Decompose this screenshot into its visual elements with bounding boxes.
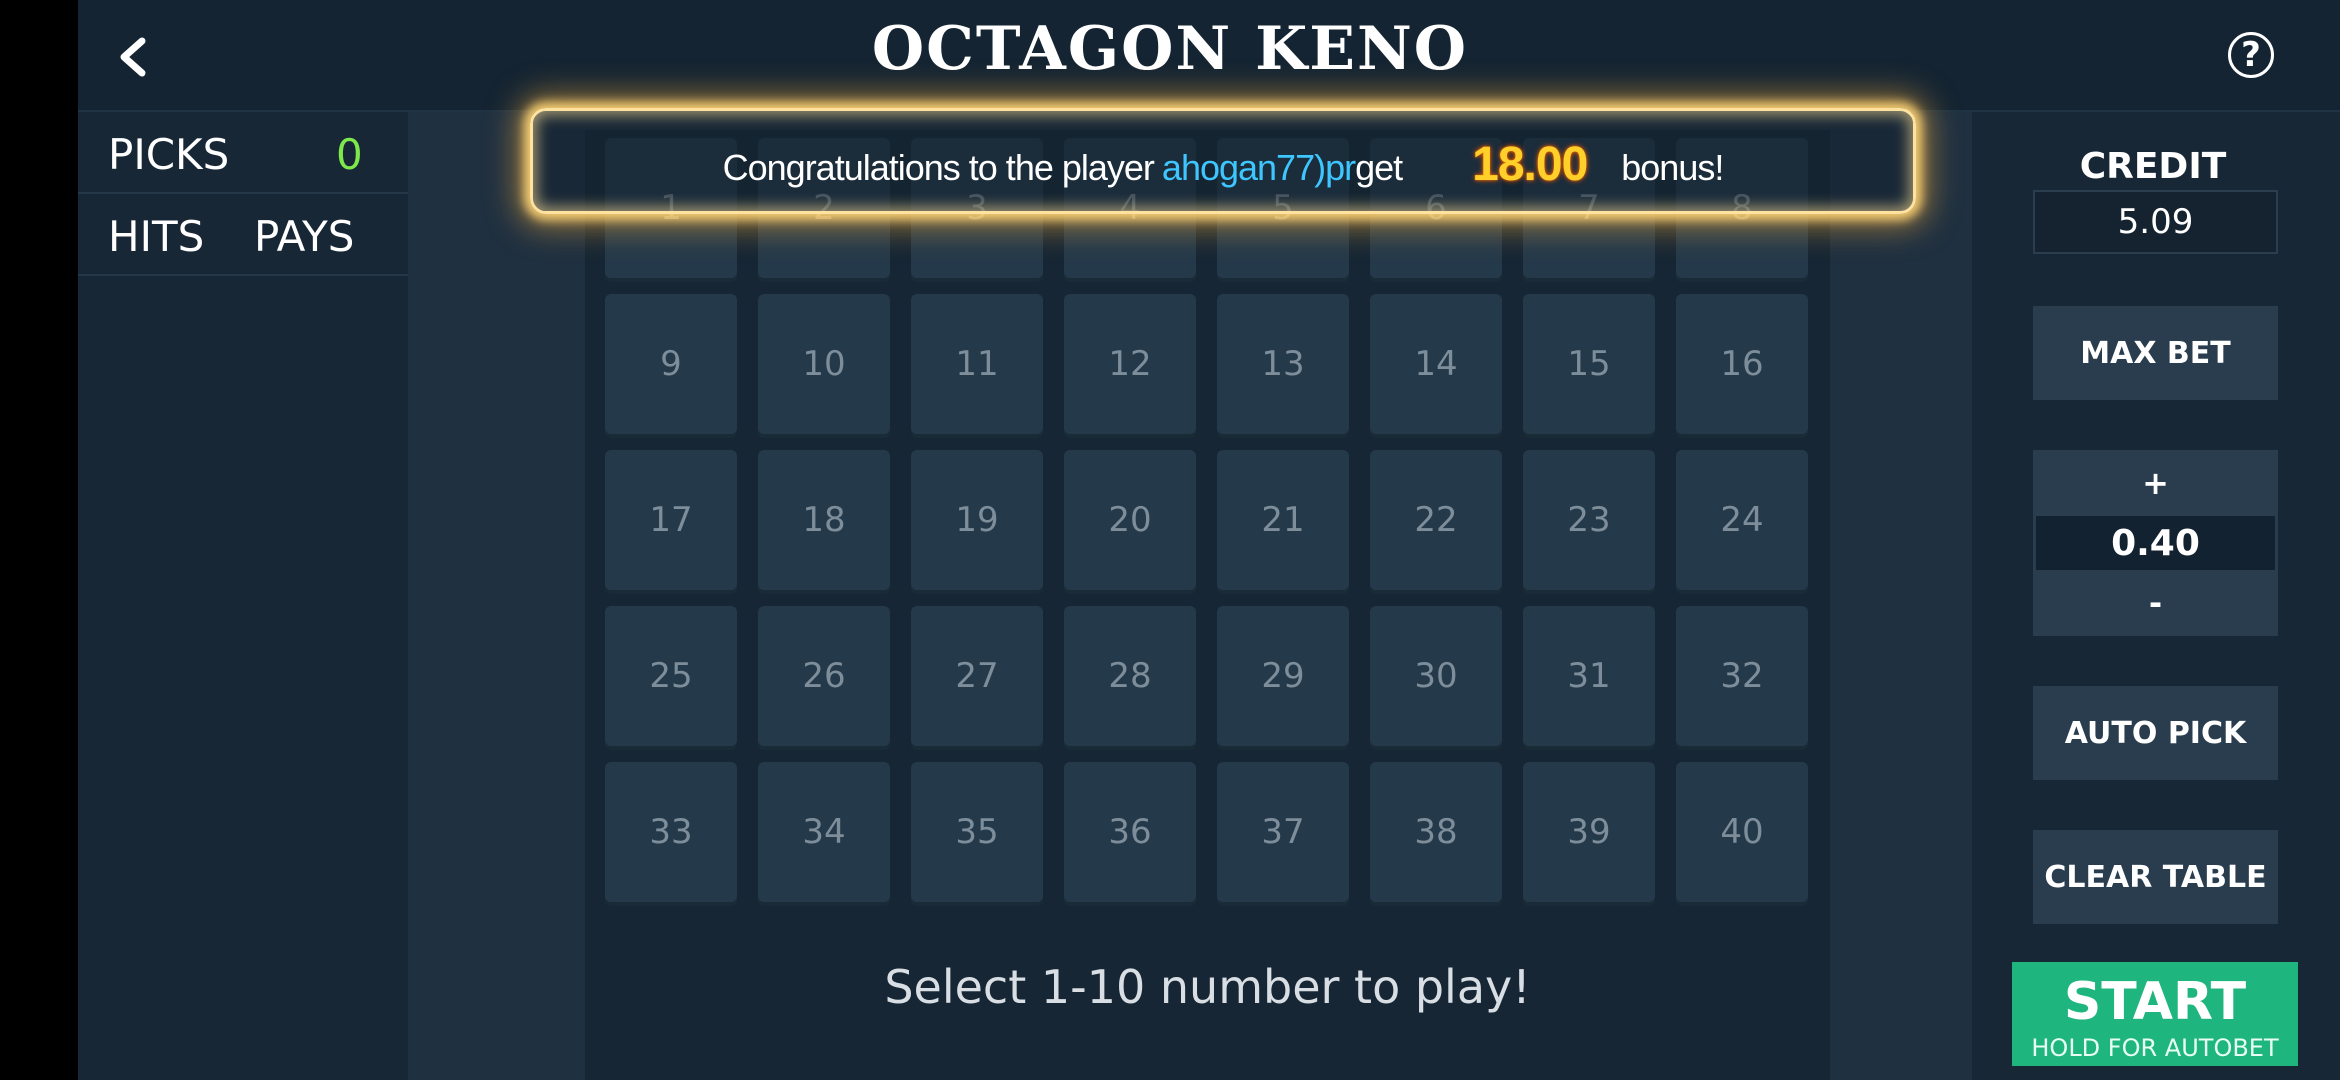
banner-bonus-amount: 18.00: [1472, 138, 1588, 191]
number-cell-31[interactable]: 31: [1523, 606, 1655, 746]
number-cell-27[interactable]: 27: [911, 606, 1043, 746]
number-cell-29[interactable]: 29: [1217, 606, 1349, 746]
number-cell-38[interactable]: 38: [1370, 762, 1502, 902]
number-cell-13[interactable]: 13: [1217, 294, 1349, 434]
question-circle-icon: ?: [2241, 35, 2261, 75]
banner-player-name: ahogan77)pr: [1161, 147, 1356, 188]
start-button[interactable]: START HOLD FOR AUTOBET: [2012, 962, 2298, 1066]
bet-decrease-button[interactable]: -: [2033, 570, 2278, 636]
number-cell-33[interactable]: 33: [605, 762, 737, 902]
number-cell-19[interactable]: 19: [911, 450, 1043, 590]
credit-value: 5.09: [2033, 190, 2278, 254]
number-cell-22[interactable]: 22: [1370, 450, 1502, 590]
help-button[interactable]: ?: [2228, 32, 2274, 78]
banner-mid: get: [1355, 147, 1403, 188]
banner-suffix: bonus!: [1621, 147, 1724, 188]
number-cell-23[interactable]: 23: [1523, 450, 1655, 590]
picks-label: PICKS: [108, 130, 230, 179]
number-cell-20[interactable]: 20: [1064, 450, 1196, 590]
number-cell-24[interactable]: 24: [1676, 450, 1808, 590]
number-cell-28[interactable]: 28: [1064, 606, 1196, 746]
number-cell-35[interactable]: 35: [911, 762, 1043, 902]
instruction-text: Select 1-10 number to play!: [884, 960, 1531, 1014]
credit-label: CREDIT: [2079, 146, 2227, 187]
number-cell-11[interactable]: 11: [911, 294, 1043, 434]
max-bet-button[interactable]: MAX BET: [2033, 306, 2278, 400]
number-cell-40[interactable]: 40: [1676, 762, 1808, 902]
number-cell-37[interactable]: 37: [1217, 762, 1349, 902]
bet-amount: 0.40: [2036, 516, 2275, 570]
number-cell-9[interactable]: 9: [605, 294, 737, 434]
banner-prefix: Congratulations to the player: [722, 147, 1155, 188]
pay-table-panel: PICKS 0 HITS PAYS: [78, 112, 408, 1080]
start-autobet-hint: HOLD FOR AUTOBET: [2031, 1034, 2279, 1062]
number-cell-18[interactable]: 18: [758, 450, 890, 590]
number-cell-30[interactable]: 30: [1370, 606, 1502, 746]
number-cell-17[interactable]: 17: [605, 450, 737, 590]
page-title: OCTAGON KENO: [871, 14, 1469, 84]
bonus-banner: Congratulations to the player ahogan77)p…: [530, 108, 1916, 214]
number-cell-26[interactable]: 26: [758, 606, 890, 746]
picks-count: 0: [336, 130, 363, 179]
screen-edge: [0, 0, 78, 1080]
number-cell-16[interactable]: 16: [1676, 294, 1808, 434]
bet-increase-button[interactable]: +: [2033, 450, 2278, 516]
number-cell-21[interactable]: 21: [1217, 450, 1349, 590]
number-cell-36[interactable]: 36: [1064, 762, 1196, 902]
hits-pays-header: HITS PAYS: [78, 194, 408, 276]
banner-message: Congratulations to the player ahogan77)p…: [533, 137, 1913, 192]
number-cell-34[interactable]: 34: [758, 762, 890, 902]
bet-stepper: + 0.40 -: [2033, 450, 2278, 636]
number-cell-32[interactable]: 32: [1676, 606, 1808, 746]
number-cell-39[interactable]: 39: [1523, 762, 1655, 902]
number-cell-25[interactable]: 25: [605, 606, 737, 746]
clear-table-button[interactable]: CLEAR TABLE: [2033, 830, 2278, 924]
number-cell-15[interactable]: 15: [1523, 294, 1655, 434]
number-cell-14[interactable]: 14: [1370, 294, 1502, 434]
number-cell-10[interactable]: 10: [758, 294, 890, 434]
picks-row: PICKS 0: [78, 112, 408, 194]
start-label: START: [2063, 972, 2247, 1032]
pays-label: PAYS: [254, 212, 355, 261]
number-cell-12[interactable]: 12: [1064, 294, 1196, 434]
auto-pick-button[interactable]: AUTO PICK: [2033, 686, 2278, 780]
hits-label: HITS: [108, 212, 205, 261]
